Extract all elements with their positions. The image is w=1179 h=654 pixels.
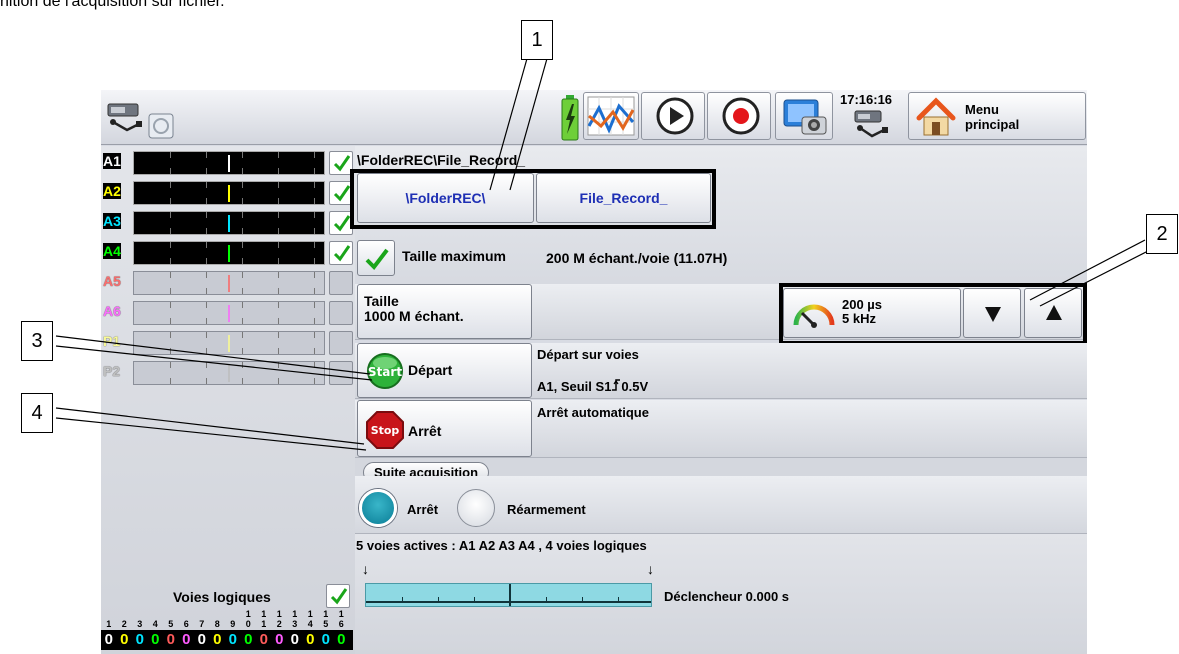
callout-4: 4 [21, 393, 53, 433]
callout-1: 1 [521, 20, 553, 60]
callout-3: 3 [21, 321, 53, 361]
callout-2: 2 [1146, 214, 1178, 254]
callout-leader-lines [55, 54, 1151, 451]
